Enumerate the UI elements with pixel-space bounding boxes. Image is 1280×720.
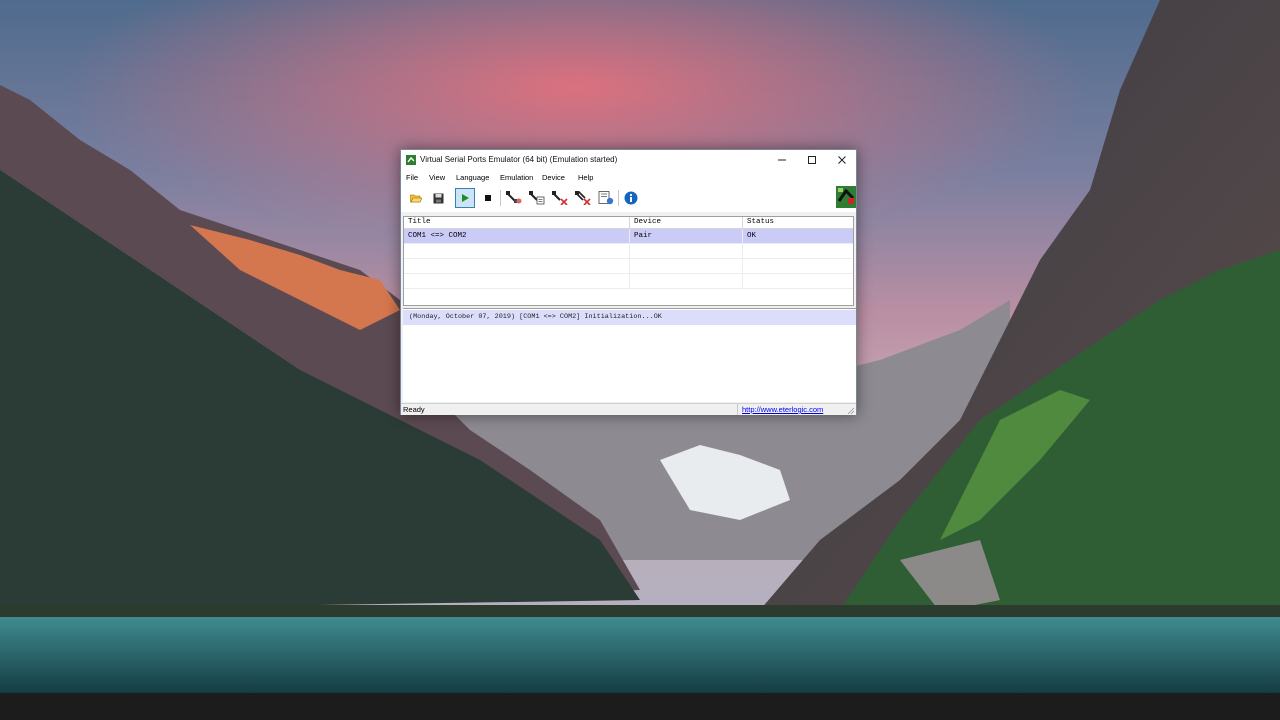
edit-device-icon[interactable]	[527, 188, 547, 208]
cell-device	[630, 259, 743, 274]
device-manager-icon[interactable]	[596, 188, 616, 208]
vspe-logo-icon	[836, 186, 856, 208]
device-list-header: Title Device Status	[404, 217, 853, 229]
menu-language[interactable]: Language	[456, 173, 489, 182]
device-list[interactable]: Title Device Status COM1 <=> COM2 Pair O…	[403, 216, 854, 306]
close-icon[interactable]	[827, 150, 857, 170]
info-icon[interactable]	[621, 188, 641, 208]
cell-status: OK	[743, 229, 853, 244]
column-header-device[interactable]: Device	[630, 217, 743, 228]
cell-title	[404, 274, 630, 289]
column-header-title[interactable]: Title	[404, 217, 630, 228]
cell-device	[630, 244, 743, 259]
remove-all-devices-icon[interactable]	[573, 188, 593, 208]
cell-status	[743, 259, 853, 274]
toolbar-separator	[618, 190, 619, 206]
maximize-icon[interactable]	[797, 150, 827, 170]
stop-emulation-icon[interactable]	[478, 188, 498, 208]
remove-device-icon[interactable]	[550, 188, 570, 208]
vspe-window: Virtual Serial Ports Emulator (64 bit) (…	[400, 149, 857, 415]
menu-view[interactable]: View	[429, 173, 445, 182]
toolbar	[401, 184, 856, 212]
cell-title	[404, 244, 630, 259]
log-panel[interactable]: (Monday, October 07, 2019) [COM1 <=> COM…	[403, 308, 856, 402]
cell-title	[404, 259, 630, 274]
table-row[interactable]: COM1 <=> COM2 Pair OK	[404, 229, 853, 244]
status-text: Ready	[403, 405, 425, 414]
cell-device: Pair	[630, 229, 743, 244]
table-row[interactable]	[404, 244, 853, 259]
log-entry: (Monday, October 07, 2019) [COM1 <=> COM…	[403, 310, 856, 325]
taskbar	[0, 693, 1280, 720]
menu-device[interactable]: Device	[542, 173, 565, 182]
cell-device	[630, 274, 743, 289]
window-title: Virtual Serial Ports Emulator (64 bit) (…	[420, 155, 618, 164]
table-row[interactable]	[404, 274, 853, 289]
menu-bar: File View Language Emulation Device Help	[401, 170, 856, 184]
vspe-app-icon[interactable]	[406, 155, 416, 165]
open-folder-icon[interactable]	[406, 188, 426, 208]
minimize-icon[interactable]	[767, 150, 797, 170]
website-link[interactable]: http://www.eterlogic.com	[742, 405, 823, 414]
menu-emulation[interactable]: Emulation	[500, 173, 533, 182]
toolbar-separator	[500, 190, 501, 206]
menu-help[interactable]: Help	[578, 173, 593, 182]
status-bar: Ready http://www.eterlogic.com	[401, 403, 856, 415]
title-bar[interactable]: Virtual Serial Ports Emulator (64 bit) (…	[401, 150, 856, 170]
table-row[interactable]	[404, 259, 853, 274]
status-separator	[737, 404, 738, 415]
start-emulation-icon[interactable]	[455, 188, 475, 208]
save-icon[interactable]	[428, 188, 448, 208]
resize-grip-icon[interactable]	[847, 407, 855, 415]
menu-file[interactable]: File	[406, 173, 418, 182]
create-device-icon[interactable]	[504, 188, 524, 208]
cell-title: COM1 <=> COM2	[404, 229, 630, 244]
cell-status	[743, 274, 853, 289]
cell-status	[743, 244, 853, 259]
column-header-status[interactable]: Status	[743, 217, 853, 228]
